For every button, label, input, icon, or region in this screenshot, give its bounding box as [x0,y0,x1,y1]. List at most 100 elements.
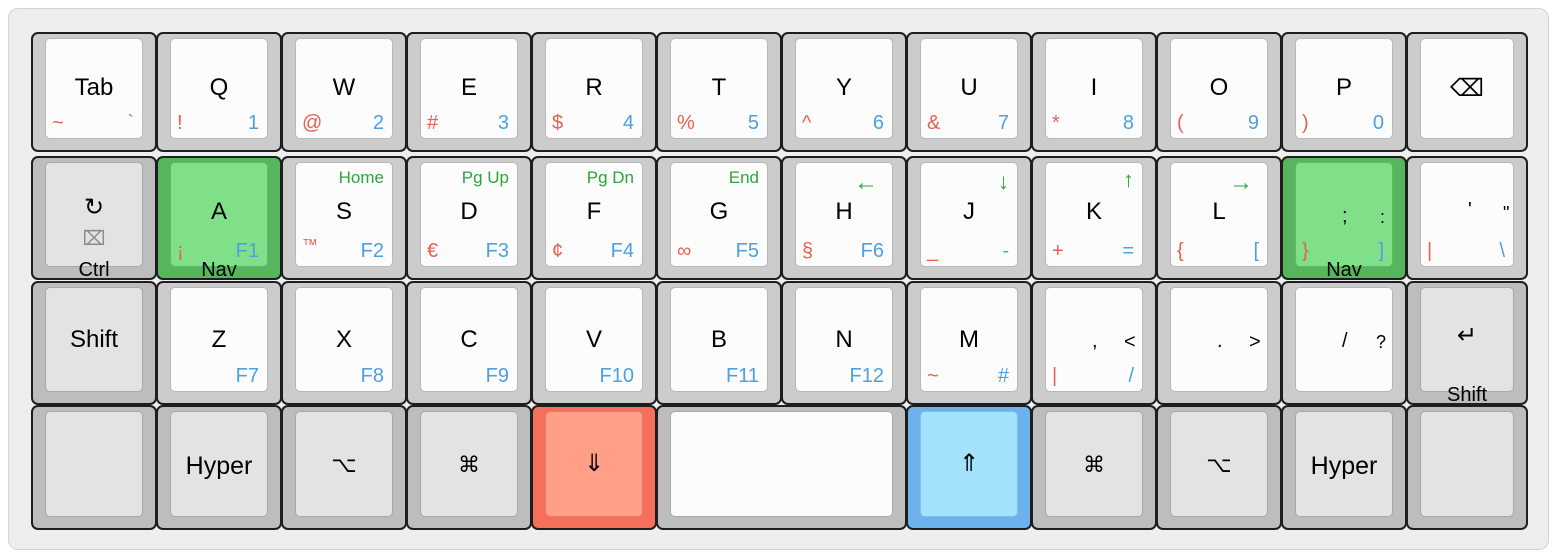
key-legend: K [1085,198,1102,225]
key-v[interactable]: V F10 [531,281,657,405]
key-semicolon[interactable]: ; : } ] Nav [1281,156,1407,281]
nav-legend: Pg Up [461,168,509,187]
key-b[interactable]: B F11 [656,281,782,405]
key-n[interactable]: N F12 [781,281,907,405]
key-blank-right[interactable] [1406,405,1528,530]
key-h[interactable]: ← H § F6 [781,156,907,280]
key-blank-left[interactable] [31,405,157,530]
function-legend: F2 [360,240,384,262]
number-legend: \ [1499,240,1505,262]
function-legend: F8 [360,365,384,387]
key-legend: / [1342,330,1348,352]
key-legend: . [1217,330,1223,352]
hold-label-nav: Nav [1326,259,1362,281]
key-i[interactable]: I * 8 [1031,32,1157,152]
symbol-legend: + [1052,240,1064,262]
key-k[interactable]: ↑ K + = [1031,156,1157,280]
key-legend: Hyper [1310,452,1378,480]
keycap: / ? [1295,287,1393,392]
key-enter[interactable]: ↵ Shift [1406,281,1528,406]
key-legend: N [835,326,853,353]
key-slash[interactable]: / ? [1281,281,1407,405]
key-legend: O [1209,74,1229,101]
keycap: W @ 2 [295,38,393,139]
right-arrow-icon: → [1229,169,1253,196]
key-legend: C [460,326,478,353]
key-legend: Tab [74,74,114,101]
key-s[interactable]: Home S ™ F2 [281,156,407,280]
key-m[interactable]: M ~ # [906,281,1032,405]
key-d[interactable]: Pg Up D € F3 [406,156,532,280]
key-g[interactable]: End G ∞ F5 [656,156,782,280]
key-hyper-right[interactable]: Hyper [1281,405,1407,530]
symbol-legend: € [427,240,439,262]
key-legend: , [1092,330,1098,352]
key-f[interactable]: Pg Dn F ¢ F4 [531,156,657,280]
keycap: N F12 [795,287,893,392]
key-lower-layer[interactable]: ⇓ [531,405,657,530]
key-u[interactable]: U & 7 [906,32,1032,152]
key-space[interactable] [656,405,907,530]
key-y[interactable]: Y ^ 6 [781,32,907,152]
hold-label-ctrl: Ctrl [78,259,110,281]
function-legend: F10 [599,365,634,387]
backspace-icon: ⌫ [1450,75,1484,102]
key-legend: W [332,74,356,101]
key-legend: I [1090,74,1098,101]
keycap: E # 3 [420,38,518,139]
function-legend: F9 [485,365,509,387]
key-j[interactable]: ↓ J _ - [906,156,1032,280]
number-legend: # [997,365,1009,387]
key-w[interactable]: W @ 2 [281,32,407,152]
function-legend: F5 [735,240,759,262]
key-t[interactable]: T % 5 [656,32,782,152]
key-command-left[interactable]: ⌘ [406,405,532,530]
keycap [670,411,893,517]
keycap: End G ∞ F5 [670,162,768,267]
key-tab[interactable]: Tab ~ ` [31,32,157,152]
shift-legend: ? [1376,332,1387,352]
key-comma[interactable]: , < | / [1031,281,1157,405]
key-legend: L [1212,198,1226,225]
key-a[interactable]: A ¡ F1 Nav [156,156,282,281]
key-c[interactable]: C F9 [406,281,532,405]
number-legend: 4 [622,112,634,134]
key-e[interactable]: E # 3 [406,32,532,152]
key-p[interactable]: P ) 0 [1281,32,1407,152]
key-l[interactable]: → L { [ [1156,156,1282,280]
key-x[interactable]: X F8 [281,281,407,405]
key-r[interactable]: R $ 4 [531,32,657,152]
key-q[interactable]: Q ! 1 [156,32,282,152]
function-legend: F11 [726,365,759,387]
keycap: Z F7 [170,287,268,392]
keycap: Q ! 1 [170,38,268,139]
function-legend: F12 [849,365,884,387]
key-option-right[interactable]: ⌥ [1156,405,1282,530]
clear-icon: ⌧ [82,228,106,250]
symbol-legend: ∞ [677,240,692,262]
keycap: Home S ™ F2 [295,162,393,267]
symbol-legend: ™ [302,237,318,254]
keycap: R $ 4 [545,38,643,139]
key-left-shift[interactable]: Shift [31,281,157,405]
key-hyper-left[interactable]: Hyper [156,405,282,530]
key-backspace[interactable]: ⌫ [1406,32,1528,152]
key-legend: B [710,326,727,353]
key-quote[interactable]: ' " | \ [1406,156,1528,280]
key-period[interactable]: . > [1156,281,1282,405]
symbol-legend: ~ [927,365,939,387]
key-o[interactable]: O ( 9 [1156,32,1282,152]
keycap: ← H § F6 [795,162,893,267]
key-raise-layer[interactable]: ⇑ [906,405,1032,530]
keycap: M ~ # [920,287,1018,392]
option-icon: ⌥ [1206,452,1232,477]
keycap: ↑ K + = [1045,162,1143,267]
key-option-left[interactable]: ⌥ [281,405,407,530]
key-ctrl[interactable]: ↻ ⌧ Ctrl [31,156,157,281]
key-command-right[interactable]: ⌘ [1031,405,1157,530]
nav-legend: End [728,168,759,187]
number-legend: 9 [1247,112,1259,134]
key-legend: S [335,198,352,225]
key-z[interactable]: Z F7 [156,281,282,405]
keycap: ⌥ [1170,411,1268,517]
